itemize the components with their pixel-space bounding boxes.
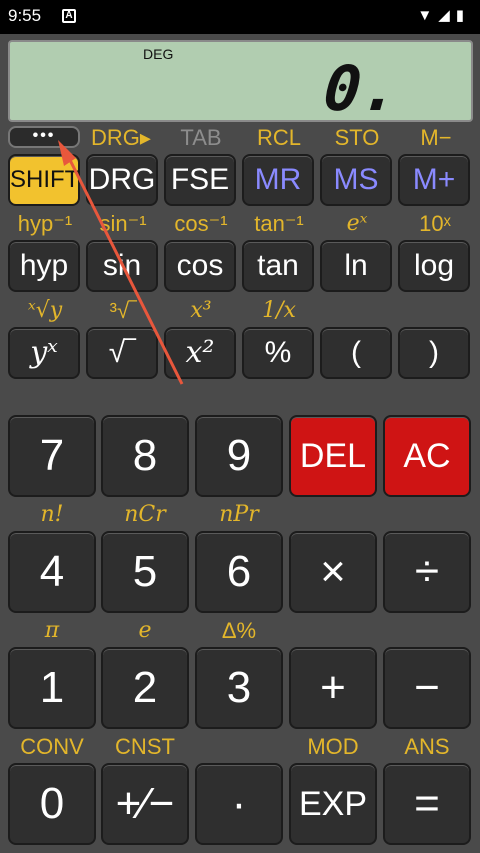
digit-6-button[interactable]: 6 xyxy=(195,531,283,613)
digit-9-button[interactable]: 9 xyxy=(195,415,283,497)
label-xth-root: ˣ√y xyxy=(27,298,63,323)
label-cnst: CNST xyxy=(115,734,175,759)
label-delta-percent: Δ% xyxy=(221,618,257,643)
sign-toggle-button[interactable]: +⁄− xyxy=(101,763,189,845)
digit-3-button[interactable]: 3 xyxy=(195,647,283,729)
power-button[interactable]: yˣ xyxy=(8,327,80,379)
ms-button[interactable]: MS xyxy=(320,154,392,206)
multiply-button[interactable]: × xyxy=(289,531,377,613)
label-drg-arrow: DRG▸ xyxy=(91,125,151,150)
digit-8-button[interactable]: 8 xyxy=(101,415,189,497)
label-hyp-inv: hyp⁻¹ xyxy=(17,211,73,236)
label-mod: MOD xyxy=(307,734,359,759)
label-euler-e: e xyxy=(138,618,152,643)
label-cos-inv: cos⁻¹ xyxy=(174,211,228,236)
close-paren-button[interactable]: ) xyxy=(398,327,470,379)
digit-2-button[interactable]: 2 xyxy=(101,647,189,729)
divide-button[interactable]: ÷ xyxy=(383,531,471,613)
sin-button[interactable]: sin xyxy=(86,240,158,292)
delete-button[interactable]: DEL xyxy=(289,415,377,497)
digit-0-button[interactable]: 0 xyxy=(8,763,96,845)
system-icons: ▼◢▮ xyxy=(417,7,470,24)
open-paren-button[interactable]: ( xyxy=(320,327,392,379)
label-exp-x: eˣ xyxy=(346,211,368,236)
decimal-button[interactable]: · xyxy=(195,763,283,845)
label-m-minus: M− xyxy=(420,125,452,150)
notification-icon: A xyxy=(62,9,76,23)
status-time: 9:55 xyxy=(8,6,42,25)
plus-button[interactable]: + xyxy=(289,647,377,729)
label-ans: ANS xyxy=(404,734,450,759)
percent-button[interactable]: % xyxy=(242,327,314,379)
cos-button[interactable]: cos xyxy=(164,240,236,292)
drg-button[interactable]: DRG xyxy=(86,154,158,206)
digit-1-button[interactable]: 1 xyxy=(8,647,96,729)
fse-button[interactable]: FSE xyxy=(164,154,236,206)
label-sin-inv: sin⁻¹ xyxy=(99,211,147,236)
ln-button[interactable]: ln xyxy=(320,240,392,292)
digit-4-button[interactable]: 4 xyxy=(8,531,96,613)
mr-button[interactable]: MR xyxy=(242,154,314,206)
shift-button[interactable]: SHIFT xyxy=(8,154,80,206)
label-x-cubed: x³ xyxy=(190,298,212,323)
label-rcl: RCL xyxy=(256,125,301,150)
log-button[interactable]: log xyxy=(398,240,470,292)
hyp-button[interactable]: hyp xyxy=(8,240,80,292)
label-conv: CONV xyxy=(20,734,84,759)
label-cube-root: ³√‾ xyxy=(109,298,137,323)
label-reciprocal: 1/x xyxy=(262,298,296,323)
minus-button[interactable]: − xyxy=(383,647,471,729)
menu-button[interactable]: ••• xyxy=(8,126,80,148)
label-npr: nPr xyxy=(219,502,259,527)
all-clear-button[interactable]: AC xyxy=(383,415,471,497)
square-button[interactable]: x² xyxy=(164,327,236,379)
m-plus-button[interactable]: M+ xyxy=(398,154,470,206)
status-bar: 9:55 A ▼◢▮ xyxy=(0,0,480,34)
tan-button[interactable]: tan xyxy=(242,240,314,292)
exp-button[interactable]: EXP xyxy=(289,763,377,845)
label-tan-inv: tan⁻¹ xyxy=(254,211,304,236)
label-tab: TAB xyxy=(180,125,222,150)
label-ncr: nCr xyxy=(124,502,166,527)
label-ten-pow-x: 10ˣ xyxy=(419,211,451,236)
calculator-display: DEG 0. xyxy=(8,40,473,125)
label-pi: π xyxy=(44,618,60,643)
label-factorial: n! xyxy=(40,502,64,527)
display-value: 0. xyxy=(321,52,403,125)
digit-5-button[interactable]: 5 xyxy=(101,531,189,613)
sqrt-button[interactable]: √‾ xyxy=(86,327,158,379)
digit-7-button[interactable]: 7 xyxy=(8,415,96,497)
angle-mode-indicator: DEG xyxy=(143,46,174,62)
equals-button[interactable]: = xyxy=(383,763,471,845)
label-sto: STO xyxy=(334,125,380,150)
